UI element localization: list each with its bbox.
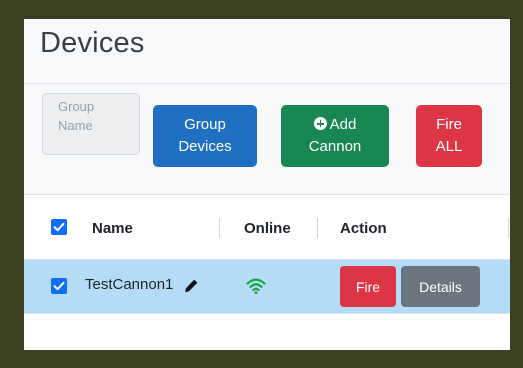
column-separator xyxy=(219,218,220,238)
group-name-placeholder: Group Name xyxy=(58,99,95,133)
group-devices-button[interactable]: Group Devices xyxy=(153,105,257,167)
column-separator xyxy=(508,218,509,238)
devices-panel: Devices Group Name Group Devices Add Can… xyxy=(24,19,510,350)
title-divider xyxy=(24,83,510,84)
checkbox-checked-icon xyxy=(53,281,65,291)
page-title: Devices xyxy=(40,27,145,59)
fire-all-button[interactable]: Fire ALL xyxy=(416,105,482,167)
row-divider xyxy=(24,313,510,314)
details-button[interactable]: Details xyxy=(401,266,480,307)
wifi-icon xyxy=(246,278,266,295)
plus-circle-icon xyxy=(313,117,327,130)
group-devices-label: Group Devices xyxy=(178,116,232,155)
column-separator xyxy=(317,218,318,238)
add-cannon-button[interactable]: Add Cannon xyxy=(281,105,389,167)
fire-button[interactable]: Fire xyxy=(340,266,396,307)
column-header-online[interactable]: Online xyxy=(244,220,291,237)
fire-all-label: Fire ALL xyxy=(435,116,463,155)
add-cannon-content: Add Cannon xyxy=(295,114,375,158)
pencil-icon[interactable] xyxy=(183,278,199,294)
column-header-name[interactable]: Name xyxy=(92,220,133,237)
select-all-checkbox[interactable] xyxy=(51,219,67,235)
table-header-row: Name Online Action xyxy=(24,195,510,259)
checkbox-checked-icon xyxy=(53,222,65,232)
row-checkbox[interactable] xyxy=(51,278,67,294)
device-name: TestCannon1 xyxy=(85,276,174,293)
column-header-action: Action xyxy=(340,220,387,237)
toolbar-area: Devices Group Name Group Devices Add Can… xyxy=(24,19,510,194)
table-row[interactable]: TestCannon1 Fire Details xyxy=(24,260,510,313)
